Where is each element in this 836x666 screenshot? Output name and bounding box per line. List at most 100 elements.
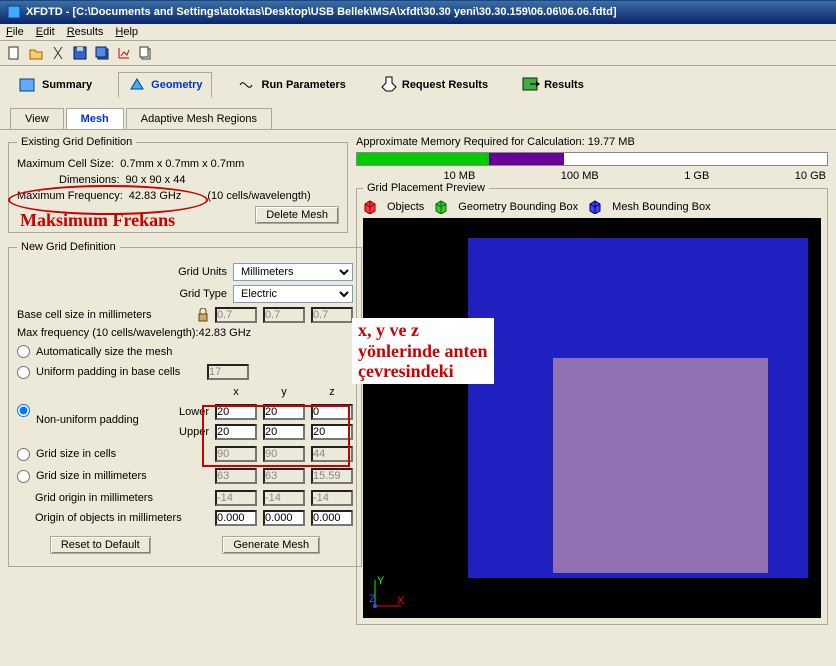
tab-results[interactable]: Results [514,73,592,97]
lower-label: Lower [169,406,209,418]
menu-bar: File Edit Results Help [0,24,836,41]
grid-type-label: Grid Type [180,288,228,300]
basecell-x-input[interactable] [215,307,257,323]
lock-icon[interactable] [197,308,209,322]
basecell-z-input[interactable] [311,307,353,323]
preview-viewport[interactable]: Y X Z [363,218,821,618]
scale-1gb: 1 GB [684,170,709,182]
objorigin-z-input[interactable] [311,510,353,526]
auto-size-label: Automatically size the mesh [36,346,172,358]
grid-units-label: Grid Units [178,266,227,278]
basecell-y-input[interactable] [263,307,305,323]
generate-mesh-button[interactable]: Generate Mesh [222,536,320,554]
scale-100mb: 100 MB [561,170,599,182]
geometry-icon [127,77,147,93]
toolbar-new-icon[interactable] [6,45,22,61]
new-grid-fieldset: New Grid Definition Grid Units Millimete… [8,241,362,567]
objorigin-x-input[interactable] [215,510,257,526]
lower-x-input[interactable] [215,404,257,420]
geometry-rect [553,358,768,573]
maxcell-value: 0.7mm x 0.7mm x 0.7mm [120,158,244,170]
menu-file[interactable]: File [6,26,24,38]
tab-run-parameters[interactable]: Run Parameters [230,73,354,97]
subtab-mesh[interactable]: Mesh [66,108,124,129]
maxfreq-label: Maximum Frequency: [17,190,123,202]
menu-help[interactable]: Help [115,26,138,38]
tab-run-label: Run Parameters [262,79,346,91]
objorigin-label: Origin of objects in millimeters [35,512,182,524]
tab-geometry[interactable]: Geometry [118,72,211,98]
window-title: XFDTD - [C:\Documents and Settings\atokt… [26,6,617,18]
toolbar [0,41,836,66]
upper-x-input[interactable] [215,424,257,440]
preview-legend: Grid Placement Preview [363,182,489,194]
existing-grid-legend: Existing Grid Definition [17,136,136,148]
lower-z-input[interactable] [311,404,353,420]
title-bar: XFDTD - [C:\Documents and Settings\atokt… [0,0,836,24]
meshbox-cube-icon [588,200,602,214]
tab-request-label: Request Results [402,79,488,91]
origin-z-input[interactable] [311,490,353,506]
gridcells-label: Grid size in cells [36,448,116,460]
subtab-adaptive[interactable]: Adaptive Mesh Regions [126,108,272,129]
toolbar-cut-icon[interactable] [50,45,66,61]
grid-units-select[interactable]: Millimeters [233,263,353,281]
gridcells-y-input[interactable] [263,446,305,462]
tab-summary[interactable]: Summary [10,73,100,97]
gridmm-x-input[interactable] [215,468,257,484]
nonuniform-padding-radio[interactable] [17,404,30,417]
tab-request-results[interactable]: Request Results [372,72,496,98]
svg-text:Y: Y [377,576,385,587]
toolbar-copy-icon[interactable] [138,45,154,61]
subtab-view[interactable]: View [10,108,64,129]
toolbar-open-icon[interactable] [28,45,44,61]
menu-edit[interactable]: Edit [36,26,55,38]
existing-grid-fieldset: Existing Grid Definition Maximum Cell Si… [8,136,348,233]
toolbar-saveall-icon[interactable] [94,45,110,61]
upper-y-input[interactable] [263,424,305,440]
gridmm-z-input[interactable] [311,468,353,484]
gridcells-radio[interactable] [17,448,30,461]
gridmm-radio[interactable] [17,470,30,483]
app-icon [6,4,22,20]
svg-text:Z: Z [369,593,376,605]
memory-bar [356,152,828,166]
upper-z-input[interactable] [311,424,353,440]
auto-size-radio[interactable] [17,345,30,358]
uniform-padding-input[interactable] [207,364,249,380]
gridcells-x-input[interactable] [215,446,257,462]
geobox-label: Geometry Bounding Box [458,201,578,213]
objorigin-y-input[interactable] [263,510,305,526]
col-z: z [311,386,353,398]
nonuniform-padding-label: Non-uniform padding [36,414,139,426]
axis-indicator-icon: Y X Z [369,576,405,612]
toolbar-chart-icon[interactable] [116,45,132,61]
basecell-label: Base cell size in millimeters [17,309,151,321]
origin-y-input[interactable] [263,490,305,506]
scale-10gb: 10 GB [795,170,826,182]
tab-summary-label: Summary [42,79,92,91]
uniform-padding-label: Uniform padding in base cells [36,366,180,378]
menu-results[interactable]: Results [67,26,104,38]
scale-10mb: 10 MB [444,170,476,182]
origin-x-input[interactable] [215,490,257,506]
results-icon [522,77,540,93]
memory-scale: 10 MB 100 MB 1 GB 10 GB [356,170,828,182]
memory-label: Approximate Memory Required for Calculat… [356,136,828,148]
reset-default-button[interactable]: Reset to Default [50,536,151,554]
tab-results-label: Results [544,79,584,91]
dimensions-label: Dimensions: [59,174,120,186]
upper-label: Upper [169,426,209,438]
gridmm-y-input[interactable] [263,468,305,484]
objects-cube-icon [363,200,377,214]
toolbar-save-icon[interactable] [72,45,88,61]
grid-preview-fieldset: Grid Placement Preview Objects Geometry … [356,182,828,625]
uniform-padding-radio[interactable] [17,366,30,379]
col-y: y [263,386,305,398]
col-x: x [215,386,257,398]
lower-y-input[interactable] [263,404,305,420]
delete-mesh-button[interactable]: Delete Mesh [255,206,339,224]
gridcells-z-input[interactable] [311,446,353,462]
grid-type-select[interactable]: Electric [233,285,353,303]
new-grid-legend: New Grid Definition [17,241,120,253]
